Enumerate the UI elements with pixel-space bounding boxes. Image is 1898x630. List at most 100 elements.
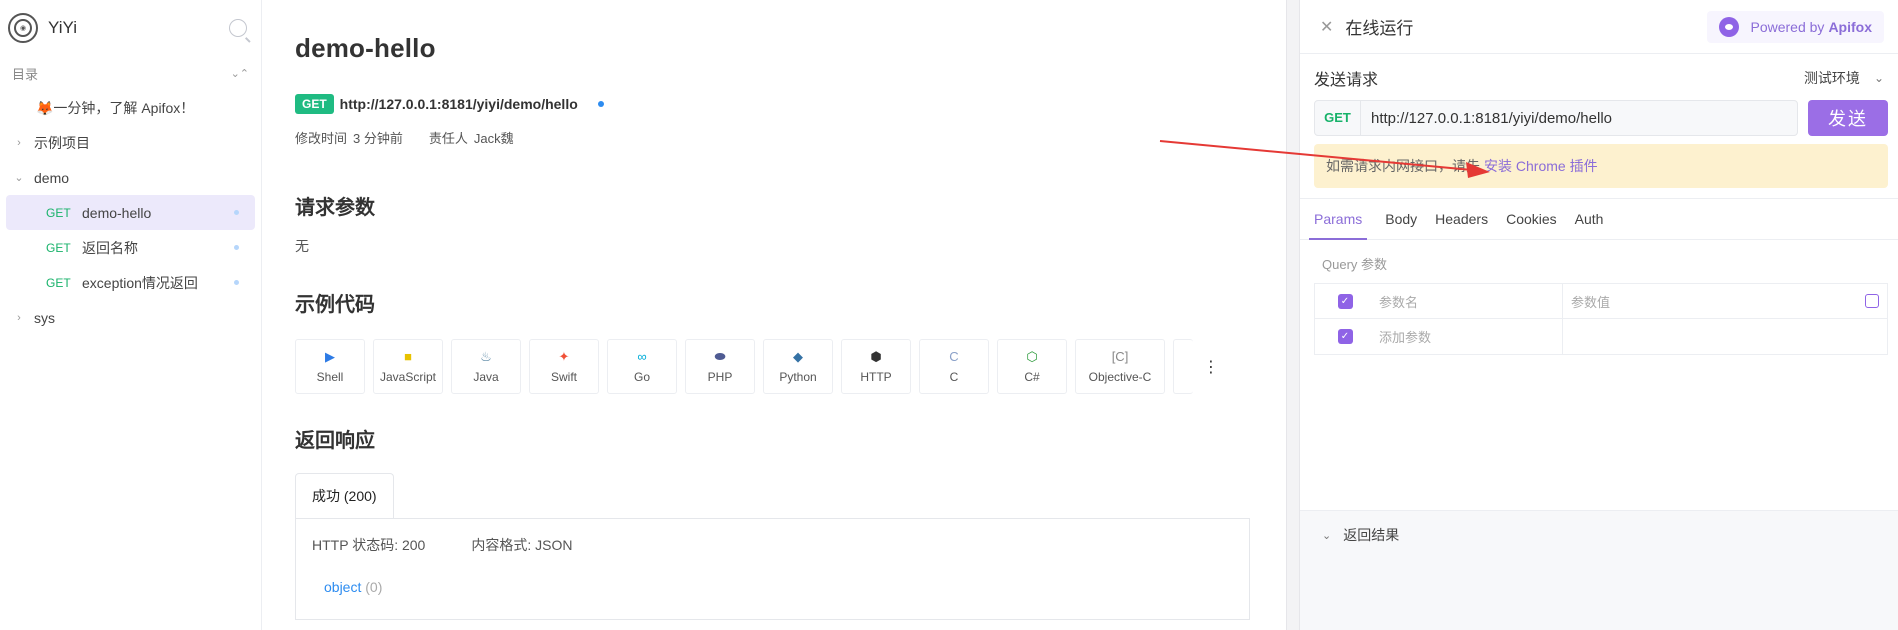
response-schema-root[interactable]: object (0) bbox=[324, 579, 1233, 595]
request-url-field[interactable]: GET http://127.0.0.1:8181/yiyi/demo/hell… bbox=[1314, 100, 1798, 136]
lang-shell[interactable]: ▶ Shell bbox=[295, 339, 365, 394]
install-chrome-plugin-link[interactable]: 安装 Chrome 插件 bbox=[1484, 156, 1598, 176]
schema-count: (0) bbox=[365, 579, 383, 595]
run-panel: ✕ 在线运行 Powered by Apifox 发送请求 测试环境 ⌄ GET… bbox=[1300, 0, 1898, 630]
tab-headers[interactable]: Headers bbox=[1435, 198, 1488, 240]
lang-go[interactable]: ∞ Go bbox=[607, 339, 677, 394]
result-section: ⌄ 返回结果 bbox=[1300, 510, 1898, 630]
sidebar-item-exception[interactable]: GET exception情况返回 bbox=[6, 265, 255, 300]
search-icon[interactable] bbox=[229, 19, 247, 37]
send-request-header: 发送请求 测试环境 ⌄ bbox=[1300, 54, 1898, 90]
row-checkbox[interactable]: ✓ bbox=[1337, 329, 1353, 344]
sidebar-item-label: 🦊一分钟，了解 Apifox！ bbox=[36, 99, 195, 116]
send-request-title: 发送请求 bbox=[1314, 72, 1379, 89]
method-badge: GET bbox=[46, 205, 71, 220]
col-param-value: 参数值 bbox=[1571, 294, 1611, 310]
sidebar-header: ◉ YiYi bbox=[0, 0, 261, 56]
project-title: YiYi bbox=[48, 18, 77, 37]
tip-text: 如需请求内网接口，请先 bbox=[1326, 158, 1480, 174]
powered-by-badge[interactable]: Powered by Apifox bbox=[1706, 10, 1884, 43]
panel-resizer[interactable] bbox=[1286, 0, 1300, 630]
sidebar-folder-sys[interactable]: › sys bbox=[6, 300, 255, 335]
params-table: ✓ 参数名 参数值 ✓ 添加参数 bbox=[1314, 283, 1888, 355]
sidebar-item-label: exception情况返回 bbox=[82, 274, 198, 291]
method-badge: GET bbox=[46, 275, 71, 290]
sidebar-item-label: 返回名称 bbox=[82, 239, 138, 256]
lang-javascript[interactable]: ■ JavaScript bbox=[373, 339, 443, 394]
tab-success-200[interactable]: 成功 (200) bbox=[295, 473, 394, 518]
powered-prefix: Powered by bbox=[1750, 18, 1825, 35]
sidebar: ◉ YiYi 目录 ⌄⌃ 🦊一分钟，了解 Apifox！ › 示例项目 ⌄ de… bbox=[0, 0, 262, 630]
params-heading: 请求参数 bbox=[295, 197, 375, 219]
status-dot bbox=[234, 245, 239, 250]
objective-c-icon: [C] bbox=[1111, 349, 1129, 364]
lang-php[interactable]: ⬬ PHP bbox=[685, 339, 755, 394]
sidebar-folder-examples[interactable]: › 示例项目 bbox=[6, 125, 255, 160]
api-doc: demo-hello GET http://127.0.0.1:8181/yiy… bbox=[262, 0, 1286, 630]
result-toggle[interactable]: ⌄ 返回结果 bbox=[1300, 511, 1898, 545]
response-tabs: 成功 (200) bbox=[295, 473, 1286, 518]
chevron-down-icon: ⌄ bbox=[1322, 529, 1332, 542]
tab-cookies[interactable]: Cookies bbox=[1506, 198, 1557, 240]
result-label: 返回结果 bbox=[1343, 527, 1400, 543]
close-icon[interactable]: ✕ bbox=[1320, 17, 1333, 37]
http-icon: ⬢ bbox=[870, 349, 882, 364]
swift-icon: ✦ bbox=[558, 349, 570, 364]
add-param-input[interactable]: 添加参数 bbox=[1363, 319, 1563, 354]
modified-label: 修改时间 bbox=[295, 131, 348, 146]
intranet-tip: 如需请求内网接口，请先 安装 Chrome 插件 bbox=[1314, 144, 1888, 188]
select-all-checkbox[interactable]: ✓ bbox=[1337, 293, 1353, 309]
status-dot bbox=[234, 280, 239, 285]
meta-info: 修改时间 3 分钟前 责任人 Jack魏 bbox=[295, 128, 1286, 147]
php-icon: ⬬ bbox=[714, 349, 726, 364]
request-tabs: Params Body Headers Cookies Auth bbox=[1300, 198, 1898, 240]
lang-java[interactable]: ♨ Java bbox=[451, 339, 521, 394]
bulk-edit-icon[interactable] bbox=[1865, 294, 1879, 308]
code-heading: 示例代码 bbox=[295, 294, 375, 316]
lang-swift[interactable]: ✦ Swift bbox=[529, 339, 599, 394]
status-dot bbox=[234, 210, 239, 215]
send-button[interactable]: 发送 bbox=[1808, 100, 1888, 136]
python-icon: ◆ bbox=[793, 349, 803, 364]
sidebar-item-label: demo bbox=[34, 169, 70, 186]
go-icon: ∞ bbox=[637, 349, 647, 364]
status-dot bbox=[597, 101, 604, 107]
sidebar-item-return-name[interactable]: GET 返回名称 bbox=[6, 230, 255, 265]
sidebar-item-intro[interactable]: 🦊一分钟，了解 Apifox！ bbox=[6, 90, 255, 125]
endpoint-url[interactable]: http://127.0.0.1:8181/yiyi/demo/hello bbox=[340, 96, 578, 112]
sidebar-item-demo-hello[interactable]: GET demo-hello bbox=[6, 195, 255, 230]
csharp-icon: ⬡ bbox=[1026, 349, 1038, 364]
method-badge: GET bbox=[46, 240, 71, 255]
lang-python[interactable]: ◆ Python bbox=[763, 339, 833, 394]
chevron-down-icon[interactable]: ⌄ bbox=[1874, 71, 1884, 85]
owner-value: Jack魏 bbox=[473, 131, 514, 146]
java-icon: ♨ bbox=[480, 349, 492, 364]
owner-label: 责任人 bbox=[428, 131, 468, 146]
directory-label: 目录 bbox=[12, 66, 39, 82]
lang-more-partial[interactable] bbox=[1173, 339, 1193, 394]
c-icon: C bbox=[949, 349, 959, 364]
lang-c[interactable]: CC bbox=[919, 339, 989, 394]
schema-type: object bbox=[324, 579, 362, 595]
tab-body[interactable]: Body bbox=[1385, 198, 1417, 240]
tab-auth[interactable]: Auth bbox=[1575, 198, 1604, 240]
request-url[interactable]: http://127.0.0.1:8181/yiyi/demo/hello bbox=[1371, 110, 1612, 127]
http-status: HTTP 状态码: 200 bbox=[312, 537, 426, 553]
shell-icon: ▶ bbox=[325, 349, 335, 364]
project-logo: ◉ bbox=[8, 13, 38, 43]
environment-select[interactable]: 测试环境 bbox=[1804, 68, 1860, 88]
collapse-all-icon[interactable]: ⌄⌃ bbox=[231, 67, 249, 80]
lang-objective-c[interactable]: [C] Objective-C bbox=[1075, 339, 1165, 394]
response-box: HTTP 状态码: 200 内容格式: JSON object (0) bbox=[295, 518, 1250, 620]
lang-csharp[interactable]: ⬡ C# bbox=[997, 339, 1067, 394]
sidebar-folder-demo[interactable]: ⌄ demo bbox=[6, 160, 255, 195]
method-select[interactable]: GET bbox=[1315, 101, 1361, 135]
more-options-icon[interactable]: ⋮ bbox=[1201, 339, 1221, 394]
code-language-list: ▶ Shell ■ JavaScript ♨ Java ✦ Swift ∞ Go ⬬ PHP… bbox=[295, 339, 1286, 394]
lang-http[interactable]: ⬢ HTTP bbox=[841, 339, 911, 394]
modified-value: 3 分钟前 bbox=[353, 131, 403, 146]
page-title: demo-hello bbox=[295, 33, 436, 63]
tab-params[interactable]: Params bbox=[1309, 198, 1368, 240]
method-badge: GET bbox=[295, 94, 334, 114]
params-none: 无 bbox=[295, 238, 309, 254]
